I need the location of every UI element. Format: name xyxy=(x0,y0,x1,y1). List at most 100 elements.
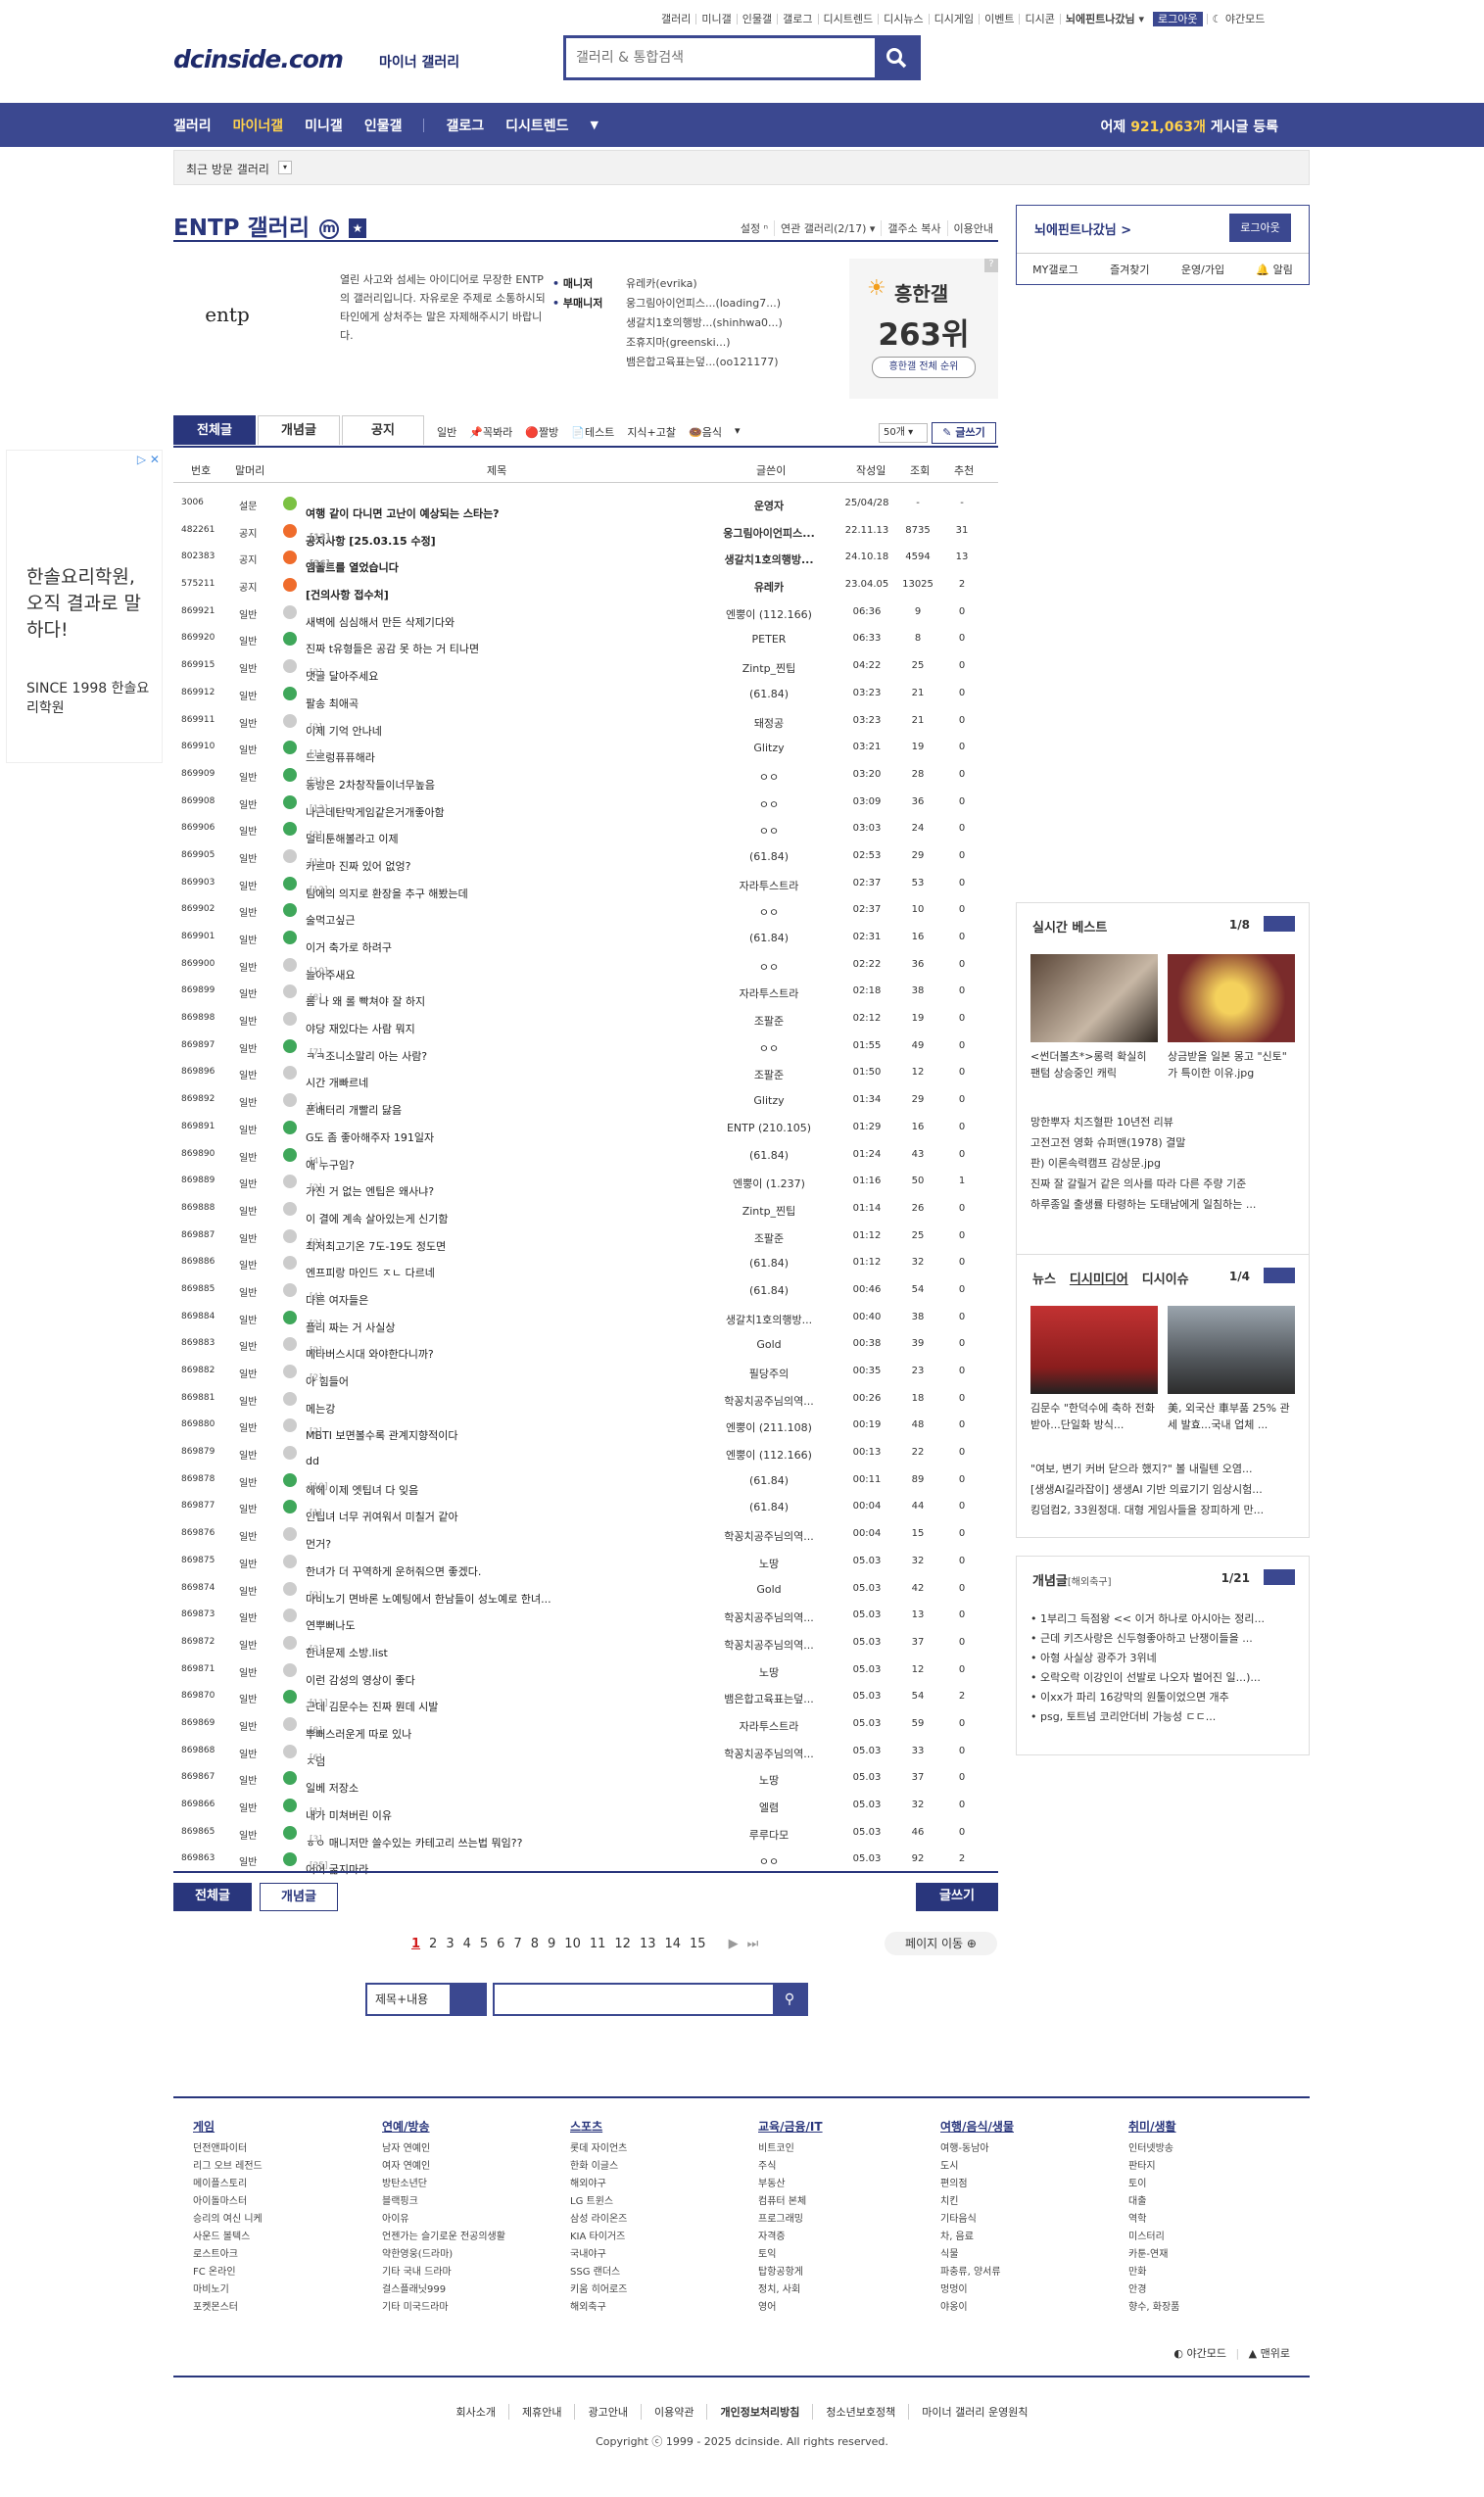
next-page-icon[interactable]: ▶ xyxy=(729,1937,739,1951)
table-row[interactable]: 869906 일반 멀티툰해볼라고 이제 [3] ㅇㅇ 03:03 24 0 xyxy=(173,815,998,845)
footer-item[interactable]: 로스트아크 xyxy=(193,2246,369,2264)
panel-arrows-icon[interactable] xyxy=(1264,1569,1295,1585)
head-normal[interactable]: 일반 xyxy=(437,424,456,440)
comment-count[interactable]: [13] xyxy=(310,804,327,814)
page-link[interactable]: 13 xyxy=(640,1937,656,1951)
table-row[interactable]: 869882 일반 아 힘들어 [2] 필당주의 00:35 23 0 xyxy=(173,1358,998,1388)
post-writer[interactable]: 학꽁치공주님의역... xyxy=(707,1637,831,1653)
footer-item[interactable]: 포켓몬스터 xyxy=(193,2299,369,2317)
comment-count[interactable]: [2] xyxy=(310,1320,322,1329)
post-writer[interactable]: (61.84) xyxy=(707,1474,831,1487)
submanager-name[interactable]: 웅그림아이언피스...(loading7...) xyxy=(626,294,783,313)
table-row[interactable]: 869870 일반 근데 김문수는 진짜 뭔데 시발 [11] 뱀은합고육표는덮... 0… xyxy=(173,1683,998,1713)
copy-url-link[interactable]: 갤주소 복사 xyxy=(881,220,946,236)
footer-item[interactable]: 카툰-연재 xyxy=(1128,2246,1305,2264)
page-link[interactable]: 8 xyxy=(531,1937,539,1951)
footer-item[interactable]: 기타 국내 드라마 xyxy=(382,2264,558,2281)
footer-item[interactable]: 마비노기 xyxy=(193,2281,369,2299)
top-link-event[interactable]: 이벤트 xyxy=(979,13,1019,24)
settings-link[interactable]: 설정 ⁿ xyxy=(735,220,774,236)
footer-column-title[interactable]: 취미/생활 xyxy=(1128,2118,1305,2135)
tab-dcissue[interactable]: 디시이슈 xyxy=(1142,1269,1189,1287)
nav-minor[interactable]: 마이너갤 xyxy=(233,116,284,135)
comment-count[interactable]: [35] xyxy=(310,1861,327,1871)
post-writer[interactable]: 웅그림아이언피스... xyxy=(707,525,831,541)
table-row[interactable]: 869885 일반 다른 여자들은 [4] (61.84) 00:46 54 0 xyxy=(173,1276,998,1307)
comment-count[interactable]: [2] xyxy=(310,723,322,733)
post-writer[interactable]: 자라투스트라 xyxy=(707,985,831,1001)
post-writer[interactable]: ㅇㅇ xyxy=(707,959,831,975)
footer-item[interactable]: 던전앤파이터 xyxy=(193,2140,369,2158)
post-writer[interactable]: 자라투스트라 xyxy=(707,1718,831,1734)
footer-item[interactable]: 기타음식 xyxy=(940,2211,1117,2229)
table-row[interactable]: 869869 일반 뿌뻐스러운게 따로 있나 [8] 자라투스트라 05.03 59 0 xyxy=(173,1710,998,1741)
list-item[interactable]: • 이xx가 파리 16강막의 원툴이었으면 개추 xyxy=(1030,1688,1301,1707)
footer-item[interactable]: 만화 xyxy=(1128,2264,1305,2281)
post-writer[interactable]: 생갈치1호의행방... xyxy=(707,552,831,567)
table-row[interactable]: 869888 일반 이 결에 계속 살아있는게 신기함 Zintp_찐팁 01:14 26… xyxy=(173,1195,998,1225)
search-input[interactable] xyxy=(576,47,870,69)
comment-count[interactable]: [4] xyxy=(310,1292,322,1302)
list-item[interactable]: • 아형 사실상 광주가 3위네 xyxy=(1030,1649,1301,1668)
table-row[interactable]: 575211 공지 [건의사항 접수처] 유레카 23.04.05 13025 2 xyxy=(173,571,998,601)
comment-count[interactable]: [8] xyxy=(310,993,322,1003)
footer-item[interactable]: 해외축구 xyxy=(570,2299,746,2317)
top-link-game[interactable]: 디시게임 xyxy=(928,13,979,24)
page-link[interactable]: 3 xyxy=(446,1937,454,1951)
footer-item[interactable]: 기타 미국드라마 xyxy=(382,2299,558,2317)
post-writer[interactable]: ENTP (210.105) xyxy=(707,1122,831,1134)
table-row[interactable]: 869905 일반 카르마 진짜 있어 없엉? [1] (61.84) 02:53 29 0 xyxy=(173,842,998,873)
footer-item[interactable]: 여자 연예인 xyxy=(382,2158,558,2176)
hangal-rank-button[interactable]: 흥한갤 전체 순위 xyxy=(872,357,976,378)
footer-item[interactable]: 약한영웅(드라마) xyxy=(382,2246,558,2264)
footer-item[interactable]: 해외야구 xyxy=(570,2176,746,2193)
post-writer[interactable]: Gold xyxy=(707,1338,831,1351)
scroll-top-link[interactable]: ▲ 맨위로 xyxy=(1249,2347,1290,2360)
notification-link[interactable]: 🔔 알림 xyxy=(1256,262,1292,277)
site-logo-sub[interactable]: 마이너 갤러리 xyxy=(379,52,459,72)
all-posts-button[interactable]: 전체글 xyxy=(173,1883,252,1911)
list-item[interactable]: • psg, 토트넘 코리안더비 가능성 ㄷㄷ... xyxy=(1030,1707,1301,1727)
thumbnail-caption[interactable]: <썬더볼츠*>롱력 확실히 팬텀 상승중인 캐릭 xyxy=(1030,1048,1158,1081)
footer-item[interactable]: 비트코인 xyxy=(758,2140,934,2158)
footer-item[interactable]: 국내야구 xyxy=(570,2246,746,2264)
footer-item[interactable]: 치킨 xyxy=(940,2193,1117,2211)
comment-count[interactable]: [4] xyxy=(310,1102,322,1112)
last-page-icon[interactable]: ⏭ xyxy=(747,1937,759,1951)
bottom-search-input[interactable]: ⚲ xyxy=(493,1983,808,2016)
comment-count[interactable]: [4] xyxy=(310,1157,322,1167)
comment-count[interactable]: [10] xyxy=(310,1482,327,1492)
site-logo[interactable]: dcinside.com xyxy=(173,45,344,73)
side-ad[interactable]: ▷ ✕ 한솔요리학원, 오직 결과로 말하다! SINCE 1998 한솔요리학… xyxy=(6,450,163,763)
search-button[interactable] xyxy=(875,38,918,77)
table-row[interactable]: 869891 일반 G도 좀 좋아해주자 191일자 ENTP (210.105) 01… xyxy=(173,1114,998,1144)
table-row[interactable]: 869896 일반 시간 개빠르네 조팔준 01:50 12 0 xyxy=(173,1059,998,1089)
page-link[interactable]: 5 xyxy=(480,1937,488,1951)
list-item[interactable]: "여보, 변기 커버 닫으라 했지?" 볼 내릴텐 오염... xyxy=(1030,1459,1301,1479)
comment-count[interactable]: [11] xyxy=(310,1699,327,1708)
table-row[interactable]: 869867 일반 일베 저장소 노땅 05.03 37 0 xyxy=(173,1764,998,1795)
post-writer[interactable]: ㅇㅇ xyxy=(707,904,831,920)
nav-person[interactable]: 인물갤 xyxy=(364,116,403,135)
search-type-select[interactable]: 제목+내용 xyxy=(365,1983,487,2016)
footer-column-title[interactable]: 교육/금융/IT xyxy=(758,2118,934,2135)
footer-item[interactable]: 야옹이 xyxy=(940,2299,1117,2317)
comment-count[interactable]: [13] xyxy=(310,533,330,543)
page-link[interactable]: 14 xyxy=(664,1937,681,1951)
post-writer[interactable]: 학꽁치공주님의역... xyxy=(707,1609,831,1625)
table-row[interactable]: 869883 일반 메타버스시대 와야한다니까? [2] Gold 00:38 39 0 xyxy=(173,1330,998,1361)
thumbnail-image[interactable] xyxy=(1030,954,1158,1042)
table-row[interactable]: 869912 일반 팔송 최애곡 (61.84) 03:23 21 0 xyxy=(173,680,998,710)
top-link-gallog[interactable]: 갤로그 xyxy=(777,13,817,24)
top-link-person[interactable]: 인물갤 xyxy=(736,13,777,24)
footer-link[interactable]: 청소년보호정책 xyxy=(812,2404,908,2420)
footer-item[interactable]: 향수, 화장품 xyxy=(1128,2299,1305,2317)
comment-count[interactable]: [12] xyxy=(310,886,327,895)
night-mode-link[interactable]: ◐ 야간모드 xyxy=(1173,2347,1226,2360)
nav-mini[interactable]: 미니갤 xyxy=(305,116,343,135)
comment-count[interactable]: [2] xyxy=(310,1591,322,1601)
table-row[interactable]: 869892 일반 폰배터리 개빨리 닳음 [4] Glitzy 01:34 29 0 xyxy=(173,1086,998,1117)
comment-count[interactable]: [3] xyxy=(310,831,322,840)
post-writer[interactable]: Zintp_찐팁 xyxy=(707,660,831,676)
post-writer[interactable]: 엘렴 xyxy=(707,1800,831,1815)
